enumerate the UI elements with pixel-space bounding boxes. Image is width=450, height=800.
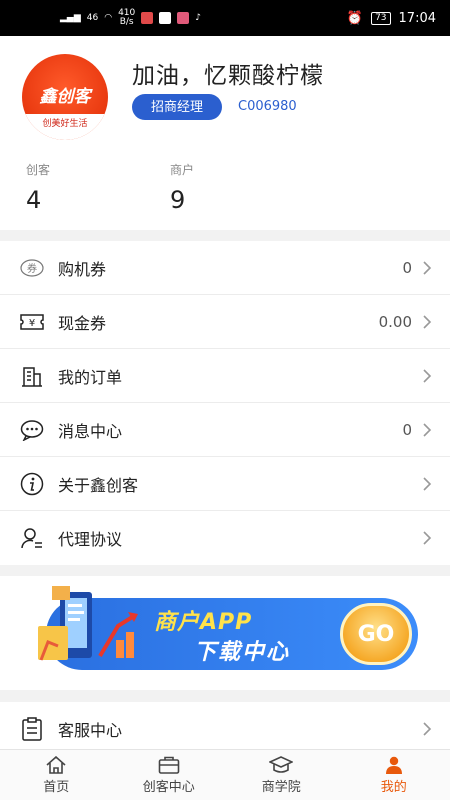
menu-item-my-orders[interactable]: 我的订单: [0, 349, 450, 403]
role-badge[interactable]: 招商经理: [132, 94, 222, 120]
battery-icon: 73: [371, 11, 391, 25]
briefcase-icon: [158, 756, 180, 774]
menu-item-label: 代理协议: [58, 530, 123, 549]
menu-item-label: 我的订单: [58, 367, 123, 387]
user-code: C006980: [238, 99, 297, 114]
menu-item-value: 0.00: [378, 312, 412, 331]
menu-item-customer-service[interactable]: 客服中心: [0, 702, 450, 756]
svg-text:券: 券: [27, 262, 37, 275]
chevron-right-icon: [423, 422, 432, 437]
chevron-right-icon: [423, 368, 432, 383]
menu-item-about[interactable]: 关于鑫创客: [0, 457, 450, 511]
banner-section: 商户APP 下载中心 GO: [0, 576, 450, 690]
logo-text: 鑫创客: [39, 87, 91, 107]
chevron-right-icon: [423, 722, 432, 736]
signal-icon: ▂▄▆: [60, 13, 81, 23]
menu-item-label: 现金券: [58, 313, 107, 333]
go-button[interactable]: GO: [340, 603, 412, 665]
chevron-right-icon: [423, 314, 432, 329]
speed-unit: B/s: [119, 17, 134, 27]
bottom-tab-bar: 首页 创客中心 商学院 我的: [0, 749, 450, 800]
menu-item-cash-coupon[interactable]: ¥ 现金券 0.00: [0, 295, 450, 349]
menu-item-value: 0: [402, 420, 412, 439]
profile-card: 鑫创客 创美好生活 加油，忆颗酸柠檬 招商经理 C006980 创客 4 商户 …: [0, 36, 450, 230]
tab-home[interactable]: 首页: [0, 750, 113, 800]
network-label: 46: [86, 13, 99, 23]
logo-slogan: 创美好生活: [22, 114, 108, 140]
profile-name: 加油，忆颗酸柠檬: [132, 63, 324, 89]
stat-merchants[interactable]: 商户 9: [170, 161, 194, 214]
stat-label: 创客: [26, 163, 51, 177]
person-icon: [385, 756, 402, 774]
merchant-app-download-banner[interactable]: 商户APP 下载中心 GO: [38, 586, 418, 670]
tab-label: 我的: [380, 779, 407, 795]
info-icon: [20, 472, 44, 496]
menu-item-messages[interactable]: 消息中心 0: [0, 403, 450, 457]
menu-list-secondary: 客服中心: [0, 702, 450, 756]
menu-item-agency-agreement[interactable]: 代理协议: [0, 511, 450, 565]
stat-makers[interactable]: 创客 4: [26, 161, 50, 214]
menu-item-label: 消息中心: [58, 421, 123, 441]
chevron-right-icon: [423, 531, 432, 545]
banner-subtitle: 下载中心: [194, 640, 291, 665]
app-notification-icon: [141, 12, 154, 24]
clock: 17:04: [398, 10, 436, 26]
clipboard-icon: [20, 717, 44, 741]
menu-item-label: 购机券: [58, 259, 107, 279]
graduation-cap-icon: [269, 755, 294, 773]
stat-value: 4: [26, 186, 42, 214]
menu-item-label: 客服中心: [58, 721, 123, 740]
tab-business-school[interactable]: 商学院: [225, 750, 338, 800]
alarm-icon: ⏰: [346, 10, 364, 26]
user-doc-icon: [20, 526, 44, 550]
coupon-icon: 券: [20, 256, 44, 280]
illustration-icon: [38, 586, 138, 661]
chevron-right-icon: [423, 260, 432, 275]
stat-label: 商户: [170, 163, 195, 177]
building-icon: [20, 364, 44, 388]
tab-maker-center[interactable]: 创客中心: [113, 750, 226, 800]
cash-ticket-icon: ¥: [20, 310, 44, 334]
svg-text:¥: ¥: [29, 318, 35, 329]
wifi-icon: ◠: [104, 13, 113, 23]
menu-item-purchase-coupon[interactable]: 券 购机券 0: [0, 241, 450, 295]
menu-item-value: 0: [402, 258, 412, 277]
menu-item-label: 关于鑫创客: [58, 475, 139, 495]
tab-label: 商学院: [261, 779, 301, 795]
wechat-icon: [159, 12, 172, 24]
status-bar: ▂▄▆ 46 ◠ 410 B/s ♪ ⏰ 73 17:04: [0, 0, 450, 36]
tab-label: 首页: [43, 779, 70, 795]
menu-list: 券 购机券 0 ¥ 现金券 0.00 我的订单 消息中心 0 关于鑫创客 代理协…: [0, 241, 450, 565]
tiktok-icon: ♪: [195, 13, 202, 23]
chevron-right-icon: [423, 476, 432, 491]
tab-label: 创客中心: [142, 779, 195, 795]
banner-title: 商户APP: [154, 610, 253, 635]
stat-value: 9: [170, 186, 186, 214]
home-icon: [46, 755, 66, 774]
tab-mine[interactable]: 我的: [338, 750, 450, 800]
app-notification-icon: [177, 12, 190, 24]
brand-logo: 鑫创客 创美好生活: [22, 54, 108, 140]
chat-icon: [20, 418, 44, 442]
